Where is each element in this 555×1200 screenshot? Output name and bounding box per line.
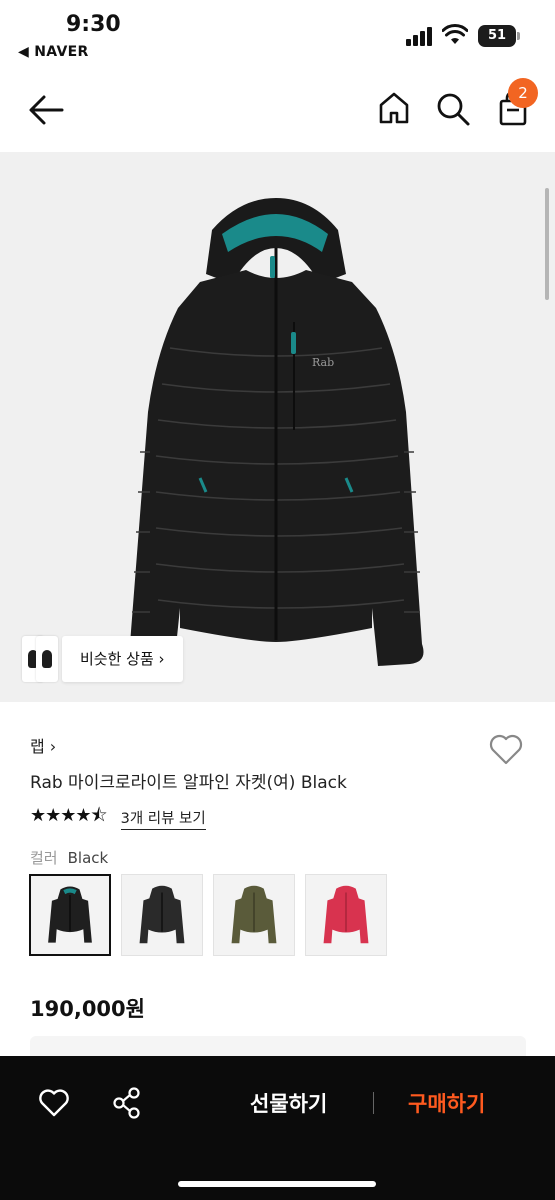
swatch-olive[interactable]	[213, 874, 295, 956]
search-icon[interactable]	[434, 90, 472, 128]
product-price: 190,000원	[30, 997, 145, 1021]
similar-products-button[interactable]: 비슷한 상품 ›	[62, 636, 183, 682]
product-jacket-image: Rab	[128, 198, 424, 666]
color-row: 컬러 Black	[30, 847, 108, 868]
swatch-jacket-image	[139, 885, 185, 944]
wifi-icon	[442, 24, 468, 44]
status-time: 9:30	[66, 12, 121, 37]
wishlist-heart-icon[interactable]	[488, 732, 524, 766]
gift-button[interactable]: 선물하기	[250, 1088, 327, 1118]
color-value: Black	[67, 849, 109, 867]
product-image-carousel[interactable]: Rab 비슷한 상품 ›	[0, 152, 555, 702]
top-navigation: 2	[0, 78, 555, 142]
action-divider	[373, 1092, 374, 1114]
battery-indicator: 51	[478, 25, 520, 47]
share-icon[interactable]	[112, 1086, 142, 1120]
swatch-jacket-image	[48, 886, 92, 943]
product-title: Rab 마이크로라이트 알파인 자켓(여) Black	[30, 773, 347, 793]
rating-stars: ★★★★⯪	[30, 805, 108, 826]
bottom-action-bar: 선물하기 구매하기	[0, 1056, 555, 1200]
status-bar: 9:30 ◀ NAVER 51	[0, 0, 555, 70]
image-scrollbar[interactable]	[545, 188, 549, 300]
swatch-jacket-image	[231, 885, 277, 944]
swatch-black[interactable]	[121, 874, 203, 956]
similar-products-thumbnails	[22, 636, 62, 682]
home-indicator	[178, 1181, 376, 1187]
swatch-pink[interactable]	[305, 874, 387, 956]
rating-row: ★★★★⯪ 3개 리뷰 보기	[30, 805, 206, 830]
back-to-app-link[interactable]: ◀ NAVER	[18, 44, 89, 60]
buy-button[interactable]: 구매하기	[408, 1088, 485, 1118]
similar-products-chip[interactable]: 비슷한 상품 ›	[22, 636, 183, 682]
color-swatches	[29, 874, 387, 956]
reviews-link[interactable]: 3개 리뷰 보기	[120, 807, 206, 830]
jacket-logo-text: Rab	[312, 356, 334, 369]
cellular-signal-icon	[406, 27, 432, 46]
brand-link[interactable]: 랩 ›	[30, 733, 56, 757]
back-arrow-icon[interactable]	[26, 92, 66, 128]
heart-icon[interactable]	[38, 1088, 70, 1118]
swatch-black-selected[interactable]	[29, 874, 111, 956]
color-label: 컬러	[30, 849, 58, 867]
swatch-jacket-image	[323, 885, 369, 944]
home-icon[interactable]	[376, 90, 412, 126]
cart-count-badge: 2	[508, 78, 538, 108]
